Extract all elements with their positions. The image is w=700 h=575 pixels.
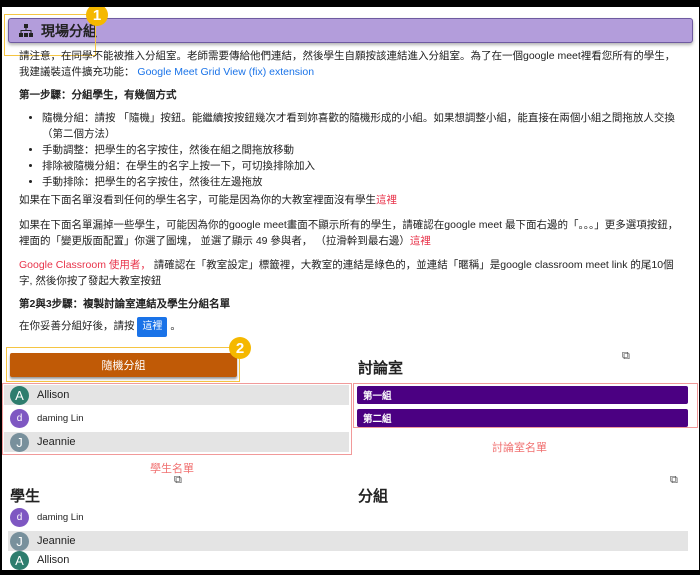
rooms-heading: 討論室 [358,360,404,377]
step1-title: 第一步驟：分組學生，有幾個方式 [19,89,177,101]
student-item[interactable]: A Allison [4,550,688,570]
room-item[interactable]: 第二組 [357,409,688,427]
list-item: 手動排除：把學生的名字按住，然後往左邊拖放 [42,174,692,190]
copy-icon[interactable]: ⧉ [622,350,630,363]
avatar: d [10,507,29,527]
avatar: A [10,385,29,405]
step23-text: 在你妥善分組好後，請按 這裡 。 [19,317,181,337]
copy-icon[interactable]: ⧉ [670,474,678,487]
avatar: A [10,550,29,570]
note-missing-students: 如果在下面名單漏掉一些學生，可能因為你的google meet畫面不顯示所有的學… [19,219,679,247]
list-item: 排除被隨機分組：在學生的名字上按一下，可切換排除加入 [42,158,692,174]
step23-title: 第2與3步驟：複製討論室連結及學生分組名單 [19,298,231,310]
note1-link[interactable]: 這裡 [376,194,397,206]
note2-link[interactable]: 這裡 [410,235,431,247]
copy-icon[interactable]: ⧉ [174,474,182,487]
student-item[interactable]: J Jeannie [8,531,688,551]
intro-paragraph: 請注意，在同學不能被推入分組室。老師需要傳給他們連結，然後學生自願按該連結進入分… [19,50,676,78]
list-item: 手動調整：把學生的名字按住，然後在組之間拖放移動 [42,142,692,158]
list-item: 隨機分組：請按 「隨機」按鈕。能繼續按按鈕幾次才看到妳喜歡的隨機形成的小組。如果… [42,110,692,142]
avatar: J [10,432,29,452]
step1-list: 隨機分組：請按 「隨機」按鈕。能繼續按按鈕幾次才看到妳喜歡的隨機形成的小組。如果… [2,110,692,190]
room-list-label: 討論室名單 [492,442,547,454]
student-pool-item[interactable]: d daming Lin [4,408,349,428]
grid-view-extension-link[interactable]: Google Meet Grid View (fix) extension [137,66,314,78]
student-list-label: 學生名單 [150,463,194,475]
groups-heading: 分組 [358,488,389,505]
random-group-button[interactable]: 隨機分組 [10,353,237,377]
student-pool-item[interactable]: A Allison [4,385,349,405]
student-item[interactable]: d daming Lin [4,507,688,527]
avatar: J [10,531,29,551]
copy-here-button[interactable]: 這裡 [137,317,168,337]
note-classroom: Google Classroom 使用者， 請確認在「教室設定」標籤裡，大教室的… [19,259,674,287]
note-no-students: 如果在下面名單沒看到任何的學生名字，可能是因為你的大教室裡面沒有學生這裡 [19,194,397,206]
avatar: d [10,408,29,428]
annotation-badge-2: 2 [229,337,251,359]
room-item[interactable]: 第一組 [357,386,688,404]
section-header: 現場分組 [8,18,693,43]
student-pool-item[interactable]: J Jeannie [4,432,349,452]
students-heading: 學生 [10,488,41,505]
